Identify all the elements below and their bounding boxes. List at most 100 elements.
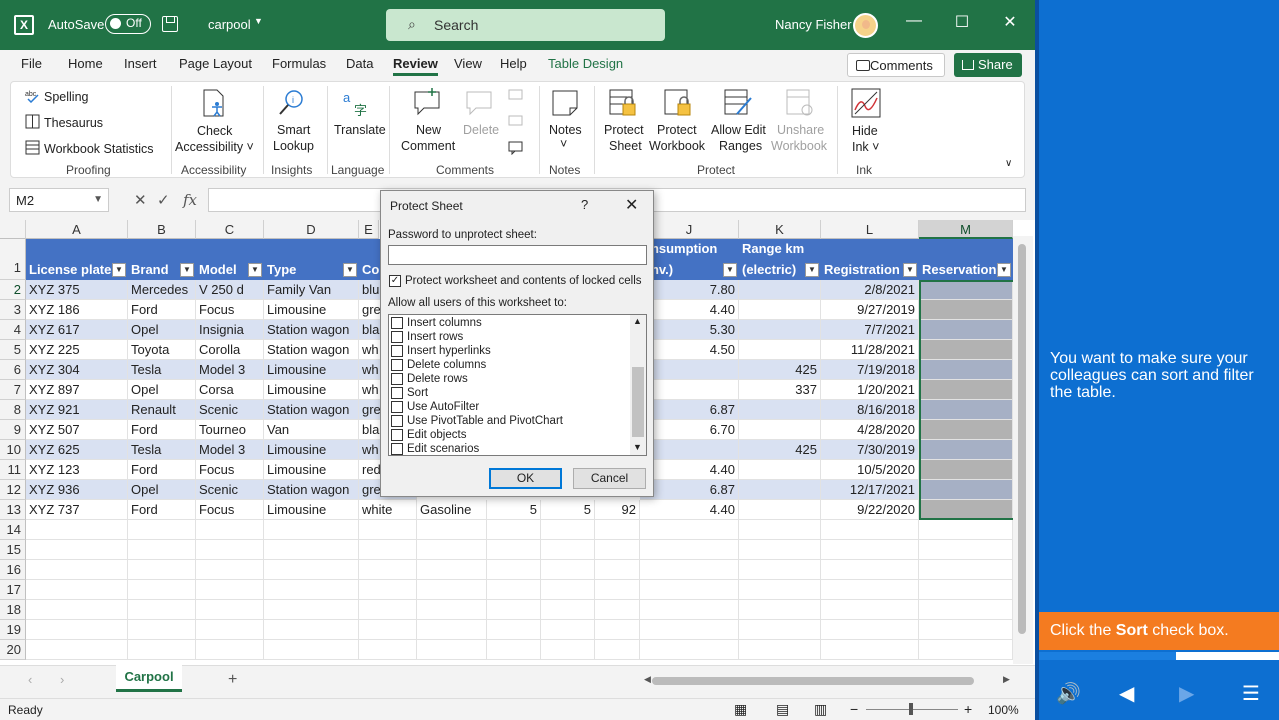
table-cell[interactable]: XYZ 507 <box>26 420 128 440</box>
table-cell[interactable] <box>739 400 821 420</box>
table-cell[interactable] <box>640 440 739 460</box>
table-cell[interactable]: XYZ 186 <box>26 300 128 320</box>
table-cell[interactable]: 5 <box>487 500 541 520</box>
column-header-a[interactable]: A <box>26 220 128 239</box>
option-checkbox[interactable] <box>391 345 403 357</box>
table-cell[interactable]: Limousine <box>264 500 359 520</box>
table-cell[interactable]: 6.87 <box>640 400 739 420</box>
tab-help[interactable]: Help <box>500 56 527 71</box>
table-cell[interactable] <box>487 560 541 580</box>
row-header[interactable]: 9 <box>0 420 26 440</box>
tab-file[interactable]: File <box>21 56 42 71</box>
table-cell[interactable]: Limousine <box>264 460 359 480</box>
table-cell[interactable] <box>640 600 739 620</box>
menu-icon[interactable]: ☰ <box>1242 681 1260 706</box>
table-cell[interactable]: Limousine <box>264 440 359 460</box>
cell-model-header[interactable]: Model ▼ <box>196 239 264 280</box>
table-cell[interactable] <box>264 520 359 540</box>
close-icon[interactable]: ✕ <box>625 195 638 215</box>
table-cell[interactable]: Scenic <box>196 400 264 420</box>
table-cell[interactable] <box>359 540 417 560</box>
row-header[interactable]: 11 <box>0 460 26 480</box>
table-cell[interactable] <box>595 620 640 640</box>
maximize-icon[interactable]: ☐ <box>952 12 972 32</box>
row-header[interactable]: 17 <box>0 580 26 600</box>
horizontal-scroll-thumb[interactable] <box>652 677 974 685</box>
table-cell[interactable]: XYZ 225 <box>26 340 128 360</box>
allow-edit-ranges-line2[interactable]: Ranges <box>719 138 762 154</box>
list-scroll-up-icon[interactable]: ▲ <box>633 316 642 326</box>
table-cell[interactable]: Ford <box>128 300 196 320</box>
cell-brand-header[interactable]: Brand ▼ <box>128 239 196 280</box>
table-cell[interactable] <box>595 640 640 660</box>
table-cell[interactable]: Limousine <box>264 380 359 400</box>
option-checkbox[interactable] <box>391 415 403 427</box>
ok-button[interactable]: OK <box>489 468 562 489</box>
translate-button[interactable]: Translate <box>334 122 386 138</box>
page-break-view-icon[interactable]: ▥ <box>814 701 827 718</box>
table-cell[interactable]: Focus <box>196 500 264 520</box>
table-cell[interactable] <box>541 600 595 620</box>
table-cell[interactable] <box>541 560 595 580</box>
cell-reservation-header[interactable]: Reservation ▼ <box>919 239 1013 280</box>
check-accessibility-line1[interactable]: Check <box>197 123 232 139</box>
table-cell[interactable]: white <box>359 500 417 520</box>
tab-insert[interactable]: Insert <box>124 56 157 71</box>
table-cell[interactable] <box>640 640 739 660</box>
tab-formulas[interactable]: Formulas <box>272 56 326 71</box>
collapse-ribbon-icon[interactable]: ∨ <box>1005 156 1012 172</box>
table-cell[interactable] <box>264 640 359 660</box>
help-icon[interactable]: ? <box>581 197 588 212</box>
comments-button[interactable]: Comments <box>847 53 945 77</box>
table-cell[interactable] <box>487 580 541 600</box>
option-checkbox[interactable] <box>391 331 403 343</box>
hide-ink-line2[interactable]: Ink ˅ <box>852 139 879 155</box>
user-name[interactable]: Nancy Fisher <box>775 17 852 32</box>
table-cell[interactable] <box>359 640 417 660</box>
table-cell[interactable] <box>595 540 640 560</box>
protect-workbook-line2[interactable]: Workbook <box>649 138 705 154</box>
filter-dropdown-icon[interactable]: ▼ <box>343 263 357 277</box>
zoom-level[interactable]: 100% <box>988 703 1019 717</box>
sheet-tab-carpool[interactable]: Carpool <box>116 665 182 692</box>
minimize-icon[interactable]: — <box>904 12 924 30</box>
table-cell[interactable]: 4.50 <box>640 340 739 360</box>
password-input[interactable] <box>388 245 647 265</box>
table-cell[interactable]: 5 <box>541 500 595 520</box>
table-cell[interactable] <box>264 540 359 560</box>
table-cell[interactable] <box>417 520 487 540</box>
table-cell[interactable] <box>417 580 487 600</box>
table-cell[interactable] <box>739 460 821 480</box>
table-cell[interactable] <box>487 620 541 640</box>
column-header-j[interactable]: J <box>640 220 739 239</box>
table-cell[interactable] <box>739 600 821 620</box>
tab-page-layout[interactable]: Page Layout <box>179 56 252 71</box>
table-cell[interactable] <box>417 600 487 620</box>
table-cell[interactable] <box>640 540 739 560</box>
table-cell[interactable]: 12/17/2021 <box>821 480 919 500</box>
cell-registration-header[interactable]: Registration ▼ <box>821 239 919 280</box>
table-cell[interactable] <box>919 520 1013 540</box>
table-cell[interactable] <box>359 580 417 600</box>
list-scrollbar[interactable]: ▲ ▼ <box>630 315 646 455</box>
table-cell[interactable] <box>26 640 128 660</box>
table-cell[interactable]: XYZ 375 <box>26 280 128 300</box>
tab-view[interactable]: View <box>454 56 482 71</box>
row-header[interactable]: 10 <box>0 440 26 460</box>
table-cell[interactable] <box>487 600 541 620</box>
table-cell[interactable] <box>595 560 640 580</box>
row-header[interactable]: 3 <box>0 300 26 320</box>
vertical-scroll-thumb[interactable] <box>1018 244 1026 634</box>
tab-home[interactable]: Home <box>68 56 103 71</box>
tab-data[interactable]: Data <box>346 56 373 71</box>
column-header-c[interactable]: C <box>196 220 264 239</box>
table-cell[interactable]: Focus <box>196 460 264 480</box>
filter-dropdown-icon[interactable]: ▼ <box>248 263 262 277</box>
smart-lookup-line2[interactable]: Lookup <box>273 138 314 154</box>
chevron-down-icon[interactable]: ▼ <box>93 194 103 205</box>
table-cell[interactable] <box>264 620 359 640</box>
table-cell[interactable] <box>541 540 595 560</box>
table-cell[interactable] <box>541 520 595 540</box>
table-cell[interactable] <box>26 520 128 540</box>
table-cell[interactable] <box>821 580 919 600</box>
